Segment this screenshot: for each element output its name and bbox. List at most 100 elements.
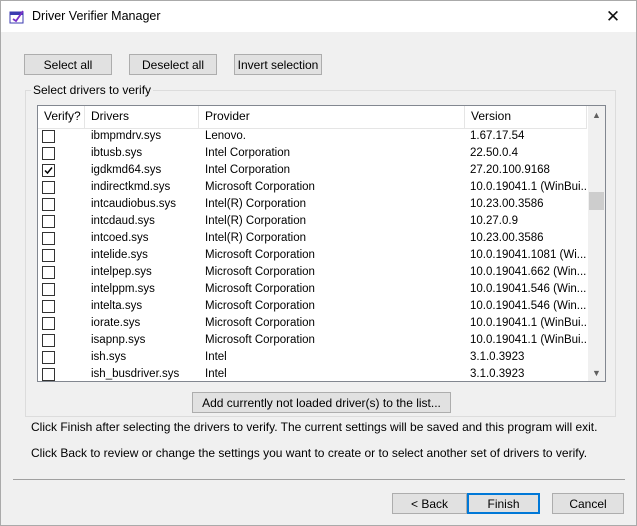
table-row[interactable]: intcoed.sys Intel(R) Corporation 10.23.00.… bbox=[38, 230, 587, 247]
driver-name-cell: intelppm.sys bbox=[91, 283, 155, 295]
provider-cell: Microsoft Corporation bbox=[205, 249, 315, 261]
verify-checkbox[interactable] bbox=[42, 249, 55, 262]
verify-checkbox[interactable] bbox=[42, 232, 55, 245]
provider-cell: Intel(R) Corporation bbox=[205, 215, 306, 227]
table-row[interactable]: intelta.sys Microsoft Corporation 10.0.190… bbox=[38, 298, 587, 315]
close-icon: ✕ bbox=[605, 6, 621, 26]
driver-name-cell: intcdaud.sys bbox=[91, 215, 155, 227]
driver-name-cell: intelta.sys bbox=[91, 300, 143, 312]
provider-cell: Microsoft Corporation bbox=[205, 300, 315, 312]
drivers-list-view[interactable]: Verify? Drivers Provider Version ibmpmdr… bbox=[37, 105, 606, 382]
table-row[interactable]: ibtusb.sys Intel Corporation 22.50.0.4 bbox=[38, 145, 587, 162]
table-row[interactable]: intelppm.sys Microsoft Corporation 10.0.19… bbox=[38, 281, 587, 298]
table-row[interactable]: ish.sys Intel 3.1.0.3923 bbox=[38, 349, 587, 366]
driver-name-cell: intelpep.sys bbox=[91, 266, 152, 278]
verify-checkbox[interactable] bbox=[42, 368, 55, 381]
window-title: Driver Verifier Manager bbox=[32, 9, 161, 23]
column-header-version[interactable]: Version bbox=[465, 106, 587, 128]
provider-cell: Microsoft Corporation bbox=[205, 283, 315, 295]
verify-checkbox[interactable] bbox=[42, 283, 55, 296]
list-rows: ibmpmdrv.sys Lenovo. 1.67.17.54 ibtusb.sys I… bbox=[38, 128, 587, 381]
select-all-button[interactable]: Select all bbox=[24, 54, 112, 75]
version-cell: 10.27.0.9 bbox=[470, 215, 518, 227]
scroll-down-icon[interactable]: ▼ bbox=[588, 364, 605, 381]
version-cell: 10.23.00.3586 bbox=[470, 232, 544, 244]
verify-checkbox[interactable] bbox=[42, 198, 55, 211]
verify-checkbox[interactable] bbox=[42, 300, 55, 313]
driver-name-cell: ish_busdriver.sys bbox=[91, 368, 180, 380]
column-header-drivers[interactable]: Drivers bbox=[85, 106, 199, 128]
column-header-verify[interactable]: Verify? bbox=[38, 106, 85, 128]
provider-cell: Intel bbox=[205, 368, 227, 380]
back-button[interactable]: < Back bbox=[392, 493, 467, 514]
provider-cell: Microsoft Corporation bbox=[205, 317, 315, 329]
scroll-up-icon[interactable]: ▲ bbox=[588, 106, 605, 123]
close-button[interactable]: ✕ bbox=[590, 1, 636, 32]
checkmark-icon bbox=[44, 167, 53, 175]
list-header: Verify? Drivers Provider Version bbox=[38, 106, 587, 129]
table-row[interactable]: intelide.sys Microsoft Corporation 10.0.19… bbox=[38, 247, 587, 264]
verify-checkbox[interactable] bbox=[42, 130, 55, 143]
driver-name-cell: igdkmd64.sys bbox=[91, 164, 162, 176]
provider-cell: Microsoft Corporation bbox=[205, 181, 315, 193]
version-cell: 10.0.19041.1081 (Wi... bbox=[470, 249, 587, 261]
provider-cell: Intel Corporation bbox=[205, 147, 291, 159]
driver-name-cell: ish.sys bbox=[91, 351, 127, 363]
provider-cell: Intel(R) Corporation bbox=[205, 232, 306, 244]
group-label: Select drivers to verify bbox=[31, 83, 154, 97]
finish-button[interactable]: Finish bbox=[467, 493, 540, 514]
version-cell: 10.23.00.3586 bbox=[470, 198, 544, 210]
verify-checkbox[interactable] bbox=[42, 147, 55, 160]
scroll-thumb[interactable] bbox=[589, 192, 604, 210]
footer-separator bbox=[13, 479, 625, 480]
table-row[interactable]: indirectkmd.sys Microsoft Corporation 10.0… bbox=[38, 179, 587, 196]
version-cell: 10.0.19041.662 (Win... bbox=[470, 266, 587, 278]
provider-cell: Intel Corporation bbox=[205, 164, 291, 176]
verify-checkbox[interactable] bbox=[42, 334, 55, 347]
verify-checkbox[interactable] bbox=[42, 266, 55, 279]
verify-checkbox[interactable] bbox=[42, 215, 55, 228]
deselect-all-button[interactable]: Deselect all bbox=[129, 54, 217, 75]
invert-selection-button[interactable]: Invert selection bbox=[234, 54, 322, 75]
cancel-button[interactable]: Cancel bbox=[552, 493, 624, 514]
table-row[interactable]: ish_busdriver.sys Intel 3.1.0.3923 bbox=[38, 366, 587, 381]
table-row[interactable]: intcaudiobus.sys Intel(R) Corporation 10.2… bbox=[38, 196, 587, 213]
driver-name-cell: indirectkmd.sys bbox=[91, 181, 171, 193]
table-row[interactable]: intelpep.sys Microsoft Corporation 10.0.19… bbox=[38, 264, 587, 281]
verify-checkbox[interactable] bbox=[42, 351, 55, 364]
driver-name-cell: intcoed.sys bbox=[91, 232, 149, 244]
driver-name-cell: intelide.sys bbox=[91, 249, 148, 261]
provider-cell: Intel bbox=[205, 351, 227, 363]
version-cell: 1.67.17.54 bbox=[470, 130, 525, 142]
info-back-text: Click Back to review or change the setti… bbox=[31, 446, 588, 460]
table-row[interactable]: ibmpmdrv.sys Lenovo. 1.67.17.54 bbox=[38, 128, 587, 145]
version-cell: 10.0.19041.546 (Win... bbox=[470, 283, 587, 295]
add-not-loaded-drivers-button[interactable]: Add currently not loaded driver(s) to th… bbox=[192, 392, 451, 413]
driver-name-cell: iorate.sys bbox=[91, 317, 141, 329]
table-row[interactable]: igdkmd64.sys Intel Corporation 27.20.100.9… bbox=[38, 162, 587, 179]
table-row[interactable]: iorate.sys Microsoft Corporation 10.0.1904… bbox=[38, 315, 587, 332]
driver-name-cell: isapnp.sys bbox=[91, 334, 146, 346]
table-row[interactable]: intcdaud.sys Intel(R) Corporation 10.27.0.… bbox=[38, 213, 587, 230]
verify-checkbox[interactable] bbox=[42, 181, 55, 194]
column-header-provider[interactable]: Provider bbox=[199, 106, 465, 128]
version-cell: 3.1.0.3923 bbox=[470, 368, 525, 380]
driver-name-cell: intcaudiobus.sys bbox=[91, 198, 177, 210]
driver-verifier-app-icon bbox=[9, 9, 25, 25]
title-bar: Driver Verifier Manager ✕ bbox=[1, 1, 636, 32]
verify-checkbox[interactable] bbox=[42, 164, 55, 177]
table-row[interactable]: isapnp.sys Microsoft Corporation 10.0.1904… bbox=[38, 332, 587, 349]
version-cell: 10.0.19041.1 (WinBui... bbox=[470, 317, 587, 329]
provider-cell: Intel(R) Corporation bbox=[205, 198, 306, 210]
vertical-scrollbar[interactable]: ▲ ▼ bbox=[588, 106, 605, 381]
version-cell: 10.0.19041.1 (WinBui... bbox=[470, 334, 587, 346]
verify-checkbox[interactable] bbox=[42, 317, 55, 330]
provider-cell: Lenovo. bbox=[205, 130, 246, 142]
version-cell: 3.1.0.3923 bbox=[470, 351, 525, 363]
provider-cell: Microsoft Corporation bbox=[205, 334, 315, 346]
version-cell: 22.50.0.4 bbox=[470, 147, 518, 159]
driver-name-cell: ibtusb.sys bbox=[91, 147, 143, 159]
version-cell: 10.0.19041.546 (Win... bbox=[470, 300, 587, 312]
version-cell: 27.20.100.9168 bbox=[470, 164, 550, 176]
provider-cell: Microsoft Corporation bbox=[205, 266, 315, 278]
